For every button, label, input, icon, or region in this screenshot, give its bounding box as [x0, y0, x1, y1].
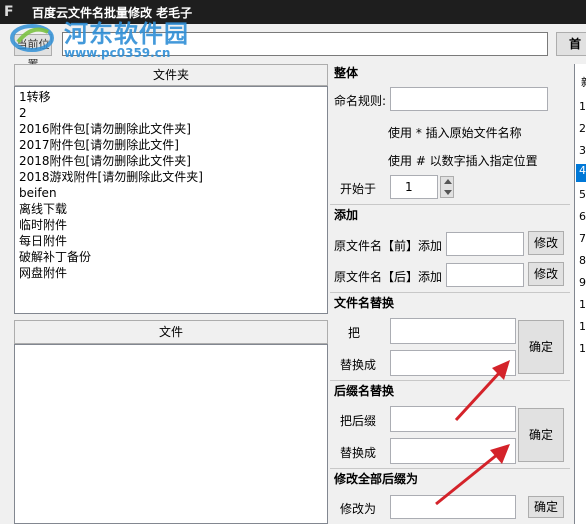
arrow-icon: [435, 444, 510, 506]
arrow-icon: [454, 360, 510, 422]
annotation-arrows: [435, 360, 510, 506]
